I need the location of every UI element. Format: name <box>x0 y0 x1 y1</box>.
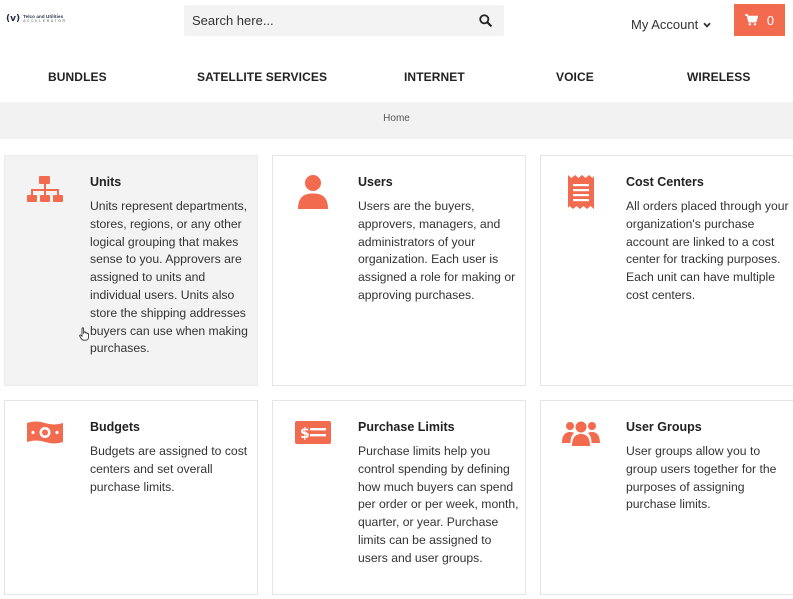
card-description: All orders placed through your organizat… <box>626 199 789 302</box>
card-title: Purchase Limits <box>358 420 455 434</box>
receipt-icon <box>568 175 594 209</box>
search-bar <box>184 5 504 36</box>
card-cost-centers[interactable]: Cost Centers All orders placed through y… <box>540 155 793 386</box>
card-purchase-limits[interactable]: $ Purchase Limits Purchase limits help y… <box>272 400 526 595</box>
card-icon-wrapper <box>561 174 601 214</box>
card-title: Users <box>358 175 393 189</box>
svg-text:$: $ <box>300 426 310 442</box>
cart-button[interactable]: 0 <box>734 4 785 36</box>
search-icon <box>478 14 492 27</box>
card-description: Users are the buyers, approvers, manager… <box>358 199 516 302</box>
chevron-down-icon <box>703 22 711 28</box>
card-users[interactable]: Users Users are the buyers, approvers, m… <box>272 155 526 386</box>
card-user-groups[interactable]: User Groups User groups allow you to gro… <box>540 400 793 595</box>
card-budgets[interactable]: Budgets Budgets are assigned to cost cen… <box>4 400 258 595</box>
logo-text: Telco and Utilities ACCELERATOR <box>23 14 67 24</box>
nav-item-bundles[interactable]: BUNDLES <box>48 70 107 84</box>
card-description: Units represent departments, stores, reg… <box>90 199 248 356</box>
nav-item-voice[interactable]: VOICE <box>556 70 594 84</box>
breadcrumb-bar: Home <box>0 102 793 139</box>
breadcrumb-home-link[interactable]: Home <box>383 113 410 124</box>
search-button[interactable] <box>466 5 504 36</box>
user-icon <box>298 175 328 209</box>
hand-cursor-icon <box>79 327 89 341</box>
my-account-label: My Account <box>631 17 699 32</box>
card-description: User groups allow you to group users tog… <box>626 444 777 512</box>
users-icon <box>562 421 600 446</box>
logo-subtitle: ACCELERATOR <box>23 19 67 23</box>
card-icon-wrapper <box>25 174 65 214</box>
card-description: Purchase limits help you control spendin… <box>358 444 519 565</box>
card-icon-wrapper: $ <box>293 419 333 459</box>
org-chart-icon <box>27 176 63 202</box>
cart-count: 0 <box>766 12 775 28</box>
breadcrumb: Home <box>0 113 793 124</box>
nav-item-satellite-services[interactable]: SATELLITE SERVICES <box>197 70 327 84</box>
money-check-icon: $ <box>295 421 331 444</box>
main-nav: BUNDLES SATELLITE SERVICES INTERNET VOIC… <box>0 62 793 94</box>
logo[interactable]: (v) Telco and Utilities ACCELERATOR <box>6 14 67 24</box>
card-title: Cost Centers <box>626 175 704 189</box>
money-bill-icon <box>27 421 63 444</box>
nav-item-wireless[interactable]: WIRELESS <box>687 70 750 84</box>
card-title: Budgets <box>90 420 140 434</box>
card-title: Units <box>90 175 122 189</box>
card-icon-wrapper <box>25 419 65 459</box>
cart-icon <box>744 14 758 26</box>
header: (v) Telco and Utilities ACCELERATOR My A… <box>0 0 793 50</box>
my-account-menu[interactable]: My Account <box>631 17 711 32</box>
card-icon-wrapper <box>293 174 333 214</box>
card-units[interactable]: Units Units represent departments, store… <box>4 155 258 386</box>
card-icon-wrapper <box>561 419 601 459</box>
logo-mark-icon: (v) <box>6 14 21 24</box>
nav-item-internet[interactable]: INTERNET <box>404 70 465 84</box>
card-description: Budgets are assigned to cost centers and… <box>90 444 248 494</box>
search-input[interactable] <box>184 5 464 36</box>
card-title: User Groups <box>626 420 702 434</box>
